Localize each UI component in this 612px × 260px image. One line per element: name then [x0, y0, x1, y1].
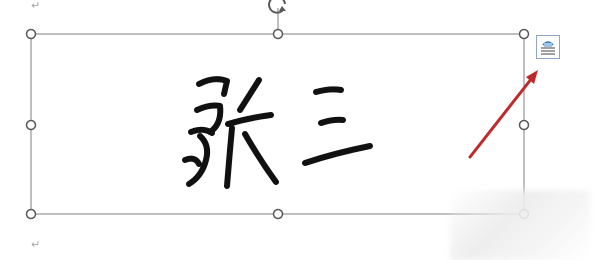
resize-handle-top-center[interactable]	[272, 28, 284, 40]
resize-handle-top-right[interactable]	[518, 28, 530, 40]
resize-handle-middle-left[interactable]	[25, 119, 37, 131]
resize-handle-middle-right[interactable]	[518, 119, 530, 131]
resize-handle-top-left[interactable]	[25, 28, 37, 40]
annotation-arrow	[468, 70, 538, 159]
signature-image[interactable]	[182, 76, 373, 189]
resize-handle-bottom-center[interactable]	[272, 208, 284, 220]
layout-options-icon	[541, 41, 555, 55]
blurred-watermark-area	[450, 190, 590, 260]
selection-frame	[30, 33, 525, 215]
layout-options-button[interactable]	[536, 35, 560, 59]
resize-handle-bottom-left[interactable]	[25, 208, 37, 220]
